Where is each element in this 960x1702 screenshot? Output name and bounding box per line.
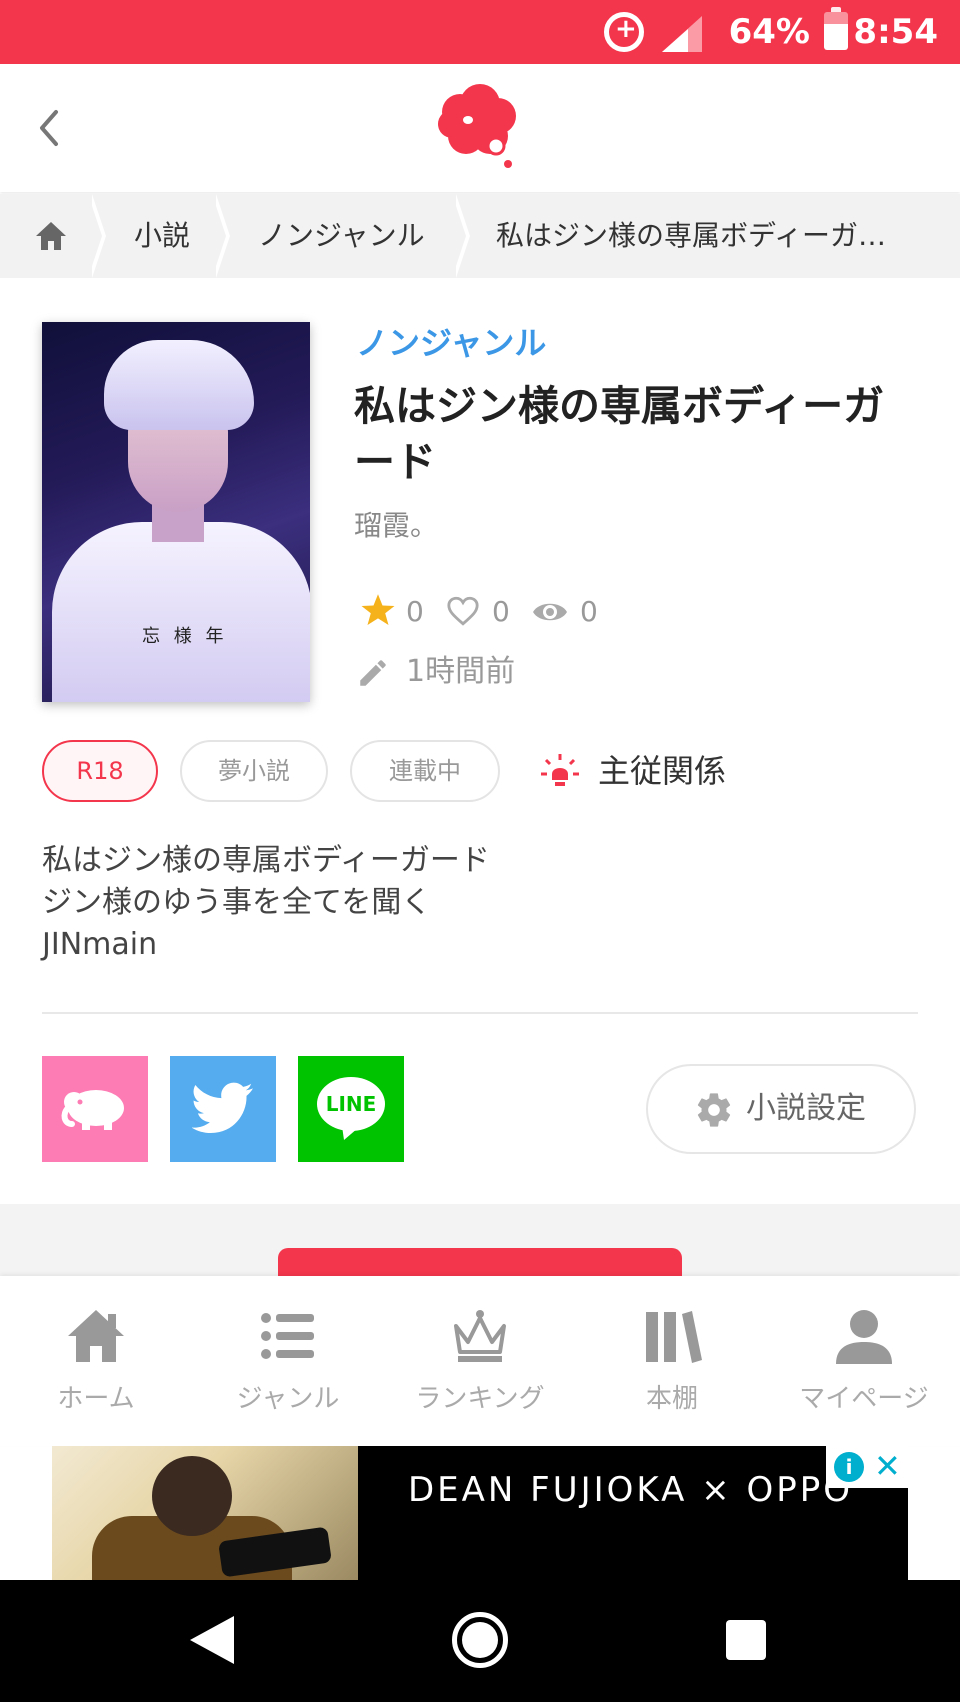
lightbulb-icon [541, 754, 579, 786]
line-logo-text: LINE [325, 1092, 377, 1116]
view-count: 0 [580, 595, 598, 628]
nav-home[interactable]: ホーム [0, 1276, 192, 1446]
heart-icon [447, 596, 479, 626]
share-twitter-button[interactable] [170, 1056, 276, 1162]
novel-settings-button[interactable]: 小説設定 [646, 1064, 916, 1154]
share-line-button[interactable]: LINE [298, 1056, 404, 1162]
clock: 8:54 [853, 12, 938, 52]
system-back-icon[interactable] [190, 1616, 234, 1664]
list-icon [261, 1313, 314, 1359]
ad-close-icon[interactable]: ✕ [874, 1448, 901, 1484]
settings-label: 小説設定 [746, 1091, 866, 1126]
crown-icon [454, 1310, 506, 1362]
nav-bookshelf-label: 本棚 [645, 1384, 698, 1414]
bookshelf-icon [646, 1311, 702, 1363]
system-home-icon[interactable] [452, 1612, 508, 1668]
breadcrumb-item-genre[interactable]: ノンジャンル [258, 194, 425, 278]
app-logo-icon[interactable] [434, 82, 524, 172]
novel-author-link[interactable]: 瑠霞。 [354, 504, 438, 544]
nav-genre-label: ジャンル [236, 1384, 340, 1414]
tag-r18[interactable]: R18 [42, 740, 158, 802]
pencil-icon [360, 660, 386, 686]
nav-ranking-label: ランキング [415, 1384, 545, 1414]
signal-icon [662, 16, 702, 52]
gear-icon [697, 1093, 731, 1127]
ad-text: DEAN FUJIOKA × OPPO [408, 1470, 854, 1510]
ad-banner[interactable]: DEAN FUJIOKA × OPPO i ✕ [52, 1446, 908, 1580]
system-recents-icon[interactable] [726, 1620, 766, 1660]
ad-image [52, 1446, 358, 1580]
back-chevron-icon[interactable] [30, 104, 70, 152]
nav-mypage-label: マイページ [799, 1384, 929, 1414]
description-line: ジン様のゆう事を全てを聞く [42, 885, 432, 920]
cover-shirt-text: 忘 様 年 [142, 626, 228, 647]
app-header [0, 64, 960, 192]
like-count: 0 [492, 595, 510, 628]
breadcrumb: 小説 ノンジャンル 私はジン様の専属ボディーガ… [0, 194, 960, 278]
breadcrumb-item-novel[interactable]: 小説 [134, 194, 190, 278]
ad-info-icon[interactable]: i [834, 1452, 864, 1482]
home-icon[interactable] [34, 220, 68, 252]
status-bar: + 64% 8:54 [0, 0, 960, 64]
battery-percent: 64% [728, 12, 810, 52]
star-icon [361, 594, 395, 625]
battery-icon [824, 7, 848, 50]
share-app-button[interactable] [42, 1056, 148, 1162]
nav-bookshelf[interactable]: 本棚 [576, 1276, 768, 1446]
novel-description: 私はジン様の専属ボディーガード ジン様のゆう事を全てを聞く JINmain [42, 840, 490, 966]
star-count: 0 [406, 595, 424, 628]
nav-home-label: ホーム [57, 1384, 135, 1414]
tag-serializing[interactable]: 連載中 [350, 740, 500, 802]
home-icon [68, 1310, 124, 1362]
bottom-nav: ホーム ジャンル ランキング 本棚 マイページ [0, 1276, 960, 1446]
data-saver-icon: + [604, 12, 644, 52]
nav-mypage[interactable]: マイページ [768, 1276, 960, 1446]
nav-ranking[interactable]: ランキング [384, 1276, 576, 1446]
updated-time-text: 1時間前 [406, 654, 516, 689]
person-icon [836, 1310, 892, 1364]
novel-cover-image[interactable]: 忘 様 年 [42, 322, 310, 702]
keyword-label: 主従関係 [598, 752, 727, 790]
ad-choices[interactable]: i ✕ [826, 1446, 908, 1488]
tag-dream-novel[interactable]: 夢小説 [180, 740, 328, 802]
twitter-bird-icon [192, 1082, 253, 1134]
description-line: 私はジン様の専属ボディーガード [42, 843, 490, 878]
breadcrumb-item-current: 私はジン様の専属ボディーガ… [496, 219, 887, 252]
divider [42, 1012, 918, 1014]
novel-genre-link[interactable]: ノンジャンル [356, 318, 546, 364]
system-nav-bar [0, 1580, 960, 1702]
eye-icon [533, 603, 567, 621]
description-line: JINmain [42, 927, 158, 962]
nav-genre[interactable]: ジャンル [192, 1276, 384, 1446]
elephant-icon [61, 1090, 124, 1130]
novel-title: 私はジン様の専属ボディーガード [354, 382, 885, 486]
